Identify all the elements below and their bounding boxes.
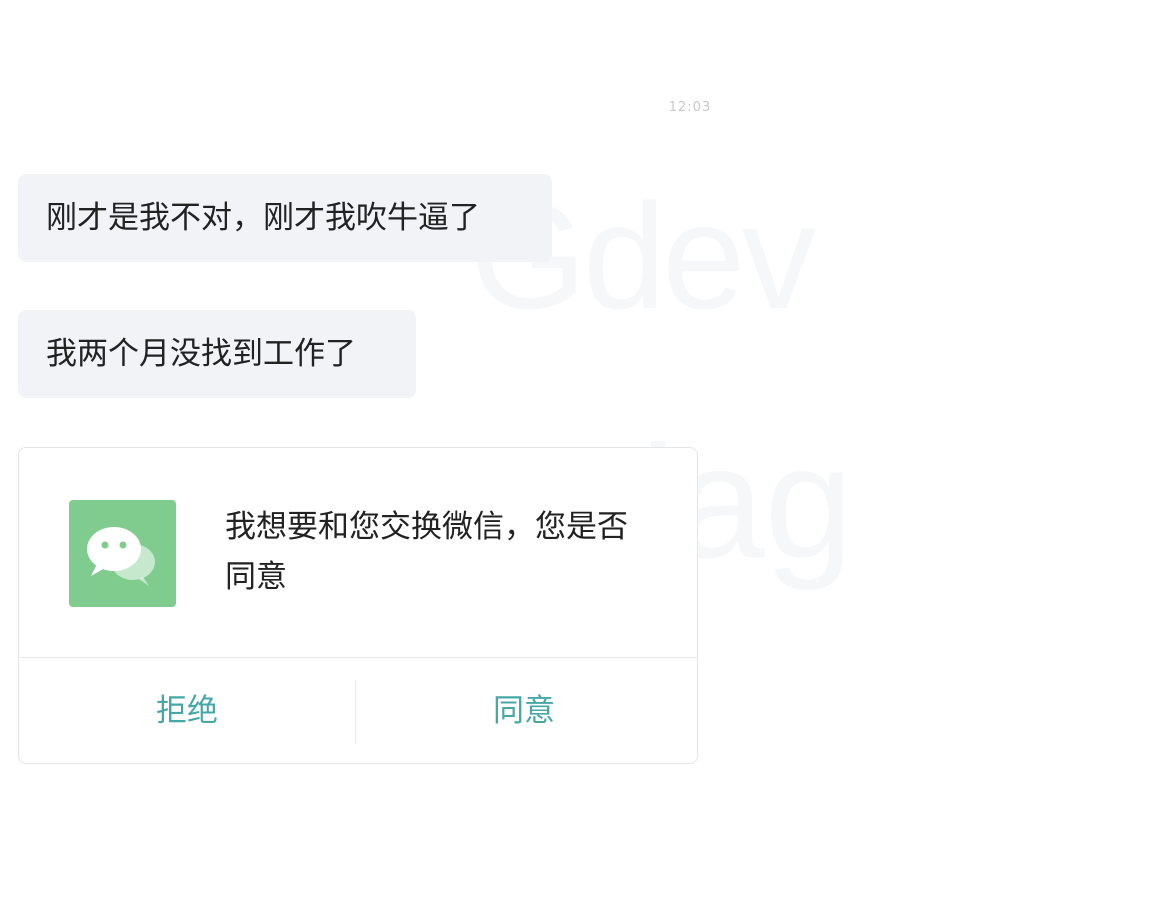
wechat-exchange-card: 我想要和您交换微信，您是否同意 拒绝 同意 xyxy=(18,447,698,764)
wechat-icon xyxy=(69,500,176,607)
reject-button[interactable]: 拒绝 xyxy=(19,658,355,764)
card-body: 我想要和您交换微信，您是否同意 xyxy=(19,448,697,657)
accept-button[interactable]: 同意 xyxy=(356,658,692,764)
message-timestamp: 12:03 xyxy=(668,100,712,114)
message-bubble: 刚才是我不对，刚才我吹牛逼了 xyxy=(18,174,552,262)
message-bubble: 我两个月没找到工作了 xyxy=(18,310,416,398)
card-message: 我想要和您交换微信，您是否同意 xyxy=(225,509,628,595)
card-actions: 拒绝 同意 xyxy=(19,658,697,764)
